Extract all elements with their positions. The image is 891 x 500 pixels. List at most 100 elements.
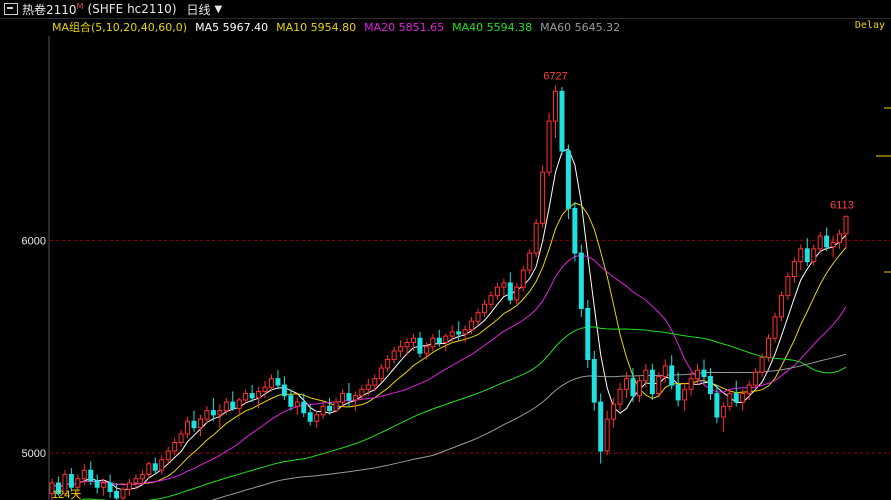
- candle-body-down: [733, 393, 739, 403]
- candle-body-up: [772, 316, 778, 339]
- candle: [114, 482, 120, 500]
- candle-body-up: [695, 369, 701, 380]
- candle-body-up: [146, 463, 152, 475]
- candle: [778, 291, 784, 322]
- candle: [281, 376, 287, 400]
- candle-body-up: [617, 388, 623, 405]
- candle-body-up: [830, 241, 836, 248]
- candle-body-down: [591, 359, 597, 403]
- candle-body-up: [791, 261, 797, 278]
- candle-body-up: [520, 269, 526, 288]
- label-layer: 672749516113124天: [52, 71, 891, 500]
- candle: [152, 457, 158, 475]
- candle-body-down: [191, 420, 197, 429]
- candle: [378, 363, 384, 383]
- candlestick-chart[interactable]: 50006000 672749516113124天: [0, 0, 891, 500]
- candle-body-up: [172, 442, 178, 452]
- candle-body-down: [707, 376, 713, 395]
- candle-body-down: [669, 365, 675, 386]
- candle-body-down: [456, 331, 462, 335]
- candle-body-up: [126, 482, 132, 490]
- candle: [662, 359, 668, 383]
- candle-body-down: [578, 252, 584, 309]
- candle-body-up: [488, 295, 494, 305]
- candle: [94, 474, 100, 494]
- candle-body-up: [469, 320, 475, 331]
- candle: [107, 474, 113, 498]
- candle-body-down: [107, 482, 113, 492]
- candle-body-down: [275, 378, 281, 386]
- candle: [301, 393, 307, 417]
- candle-body-down: [630, 378, 636, 397]
- candle-body-down: [346, 393, 352, 401]
- candle-body-up: [223, 401, 229, 412]
- candle-body-up: [398, 346, 404, 352]
- candle-body-up: [682, 388, 688, 401]
- candle-body-up: [727, 393, 733, 407]
- candle: [559, 87, 565, 156]
- candle-body-up: [475, 312, 481, 322]
- candle: [101, 478, 107, 496]
- candle: [385, 355, 391, 373]
- candle: [540, 165, 546, 228]
- candle-body-up: [611, 403, 617, 420]
- candle-body-down: [230, 401, 236, 409]
- candle-body-down: [281, 384, 287, 397]
- candle: [727, 389, 733, 411]
- candle-body-up: [656, 376, 662, 395]
- candle-body-up: [178, 433, 184, 444]
- candle: [507, 272, 513, 305]
- candle: [191, 410, 197, 432]
- candle-body-down: [598, 401, 604, 452]
- period-count-label: 124天: [52, 489, 81, 500]
- candle: [565, 144, 571, 220]
- candle-body-down: [327, 405, 333, 412]
- candle: [733, 380, 739, 407]
- y-tick-label: 6000: [22, 235, 46, 247]
- candle: [649, 363, 655, 400]
- candle: [391, 346, 397, 364]
- candle: [443, 333, 449, 352]
- candle-body-up: [817, 235, 823, 250]
- candle-body-down: [714, 393, 720, 418]
- candle-body-up: [753, 371, 759, 386]
- candle-body-down: [249, 393, 255, 399]
- high-label: 6727: [543, 71, 567, 83]
- candle: [398, 340, 404, 358]
- candle-body-up: [333, 401, 339, 412]
- candle-body-up: [449, 331, 455, 337]
- candle-body-down: [572, 207, 578, 254]
- candle: [494, 282, 500, 300]
- candle: [688, 372, 694, 396]
- candle-body-up: [514, 286, 520, 301]
- candle-body-down: [675, 384, 681, 401]
- candle-body-up: [243, 393, 249, 401]
- candle: [798, 244, 804, 271]
- candle-body-up: [262, 386, 268, 392]
- candle: [275, 370, 281, 390]
- candle: [636, 376, 642, 403]
- candle: [811, 244, 817, 266]
- candle-body-down: [417, 337, 423, 354]
- candle-body-up: [494, 286, 500, 297]
- candle: [165, 446, 171, 464]
- candle: [701, 359, 707, 383]
- candle-body-up: [197, 418, 203, 429]
- candle: [830, 236, 836, 258]
- candle-body-up: [688, 378, 694, 390]
- candle: [766, 333, 772, 362]
- candle: [533, 219, 539, 258]
- candle: [682, 382, 688, 411]
- candle-body-up: [462, 329, 468, 335]
- candle-body-up: [372, 378, 378, 386]
- candle-body-up: [811, 248, 817, 263]
- candle-body-up: [365, 384, 371, 390]
- candle: [159, 455, 165, 475]
- candle: [578, 244, 584, 317]
- candle-body-up: [533, 222, 539, 254]
- candle-body-up: [746, 384, 752, 395]
- candle: [785, 272, 791, 300]
- candle: [359, 385, 365, 400]
- candle-body-up: [159, 459, 165, 471]
- candle-layer: [49, 85, 849, 500]
